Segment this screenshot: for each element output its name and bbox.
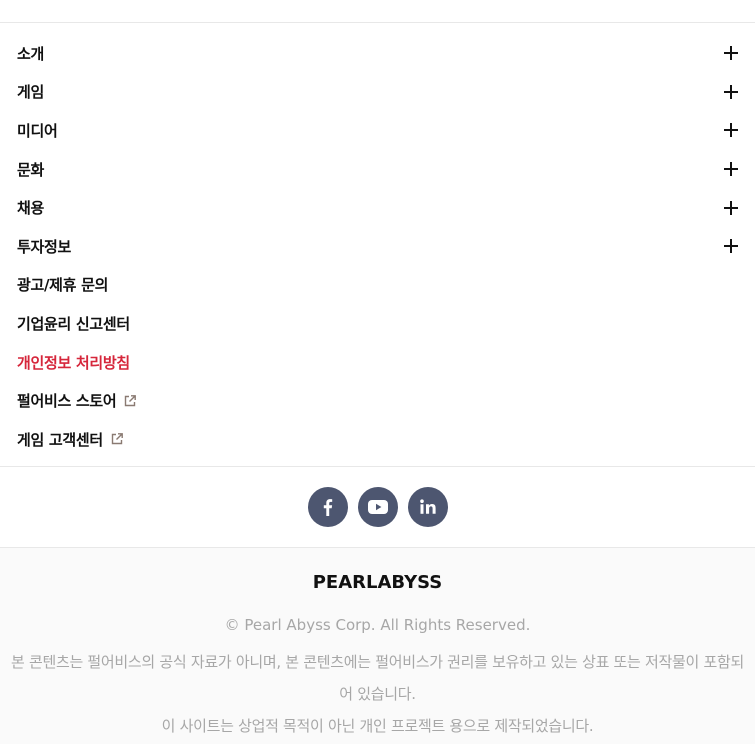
plus-icon[interactable]	[724, 200, 738, 215]
menu-item-label-wrap: 펄어비스 스토어	[17, 390, 137, 411]
menu-item-label: 투자정보	[17, 237, 72, 256]
menu-item-label: 개인정보 처리방침	[17, 353, 130, 372]
plus-icon[interactable]	[724, 84, 738, 99]
menu-item-label: 채용	[17, 199, 45, 218]
copyright-text: © Pearl Abyss Corp. All Rights Reserved.	[224, 616, 531, 634]
menu-item-label: 문화	[17, 160, 45, 179]
menu-item-ad-partnership[interactable]: 광고/제휴 문의	[0, 266, 755, 305]
plus-icon[interactable]	[724, 162, 738, 177]
social-links	[0, 487, 755, 527]
menu-item-label: 미디어	[17, 121, 58, 140]
menu-item-privacy-policy[interactable]: 개인정보 처리방침	[0, 343, 755, 382]
facebook-icon	[323, 499, 332, 516]
menu-item-careers[interactable]: 채용	[0, 188, 755, 227]
menu-item-games[interactable]: 게임	[0, 73, 755, 112]
menu-item-label: 기업윤리 신고센터	[17, 314, 130, 333]
menu-item-media[interactable]: 미디어	[0, 111, 755, 150]
external-link-icon	[111, 433, 123, 445]
footer-menu: 소개 게임 미디어 문화 채용 투자정보 광고/제휴 문의 기업윤리 신고센터 …	[0, 34, 755, 459]
linkedin-button[interactable]	[407, 487, 448, 527]
plus-icon[interactable]	[724, 123, 738, 138]
menu-item-label: 소개	[17, 44, 45, 63]
menu-item-culture[interactable]: 문화	[0, 150, 755, 189]
menu-item-label-wrap: 게임 고객센터	[17, 429, 124, 450]
youtube-icon	[367, 500, 388, 514]
plus-icon[interactable]	[724, 239, 738, 254]
menu-item-about[interactable]: 소개	[0, 34, 755, 73]
menu-item-label: 광고/제휴 문의	[17, 276, 109, 295]
menu-item-label: 게임 고객센터	[17, 430, 103, 449]
menu-item-label: 펄어비스 스토어	[17, 392, 117, 411]
youtube-button[interactable]	[357, 487, 398, 527]
menu-item-store[interactable]: 펄어비스 스토어	[0, 381, 755, 420]
mid-divider	[0, 466, 755, 467]
external-link-icon	[125, 394, 137, 406]
notice-line: 본 콘텐츠는 펄어비스의 공식 자료가 아니며, 본 콘텐츠에는 펄어비스가 권…	[11, 653, 744, 703]
menu-item-game-support[interactable]: 게임 고객센터	[0, 420, 755, 459]
notice-text: 본 콘텐츠는 펄어비스의 공식 자료가 아니며, 본 콘텐츠에는 펄어비스가 권…	[10, 646, 745, 742]
plus-icon[interactable]	[724, 46, 738, 61]
notice-line: 이 사이트는 상업적 목적이 아닌 개인 프로젝트 용으로 제작되었습니다.	[161, 717, 594, 735]
menu-item-label: 게임	[17, 83, 45, 102]
menu-item-investors[interactable]: 투자정보	[0, 227, 755, 266]
menu-item-ethics-report[interactable]: 기업윤리 신고센터	[0, 304, 755, 343]
linkedin-icon	[419, 499, 436, 514]
top-divider	[0, 22, 755, 23]
facebook-button[interactable]	[307, 487, 348, 527]
footer: PEARLABYSS © Pearl Abyss Corp. All Right…	[0, 548, 755, 744]
brand-name: PEARLABYSS	[312, 572, 443, 593]
